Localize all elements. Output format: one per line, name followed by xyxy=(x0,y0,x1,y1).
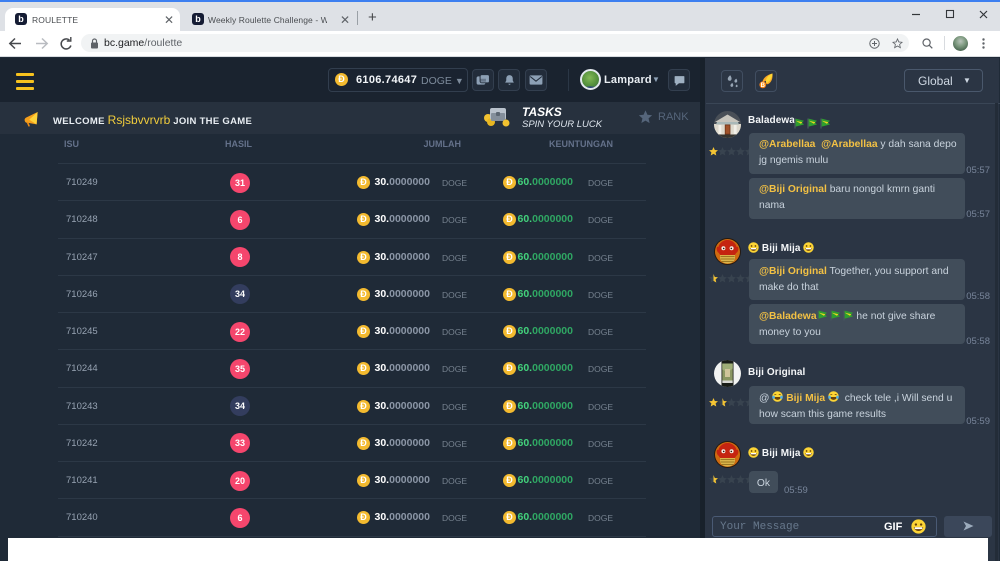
svg-text:B: B xyxy=(761,83,766,89)
